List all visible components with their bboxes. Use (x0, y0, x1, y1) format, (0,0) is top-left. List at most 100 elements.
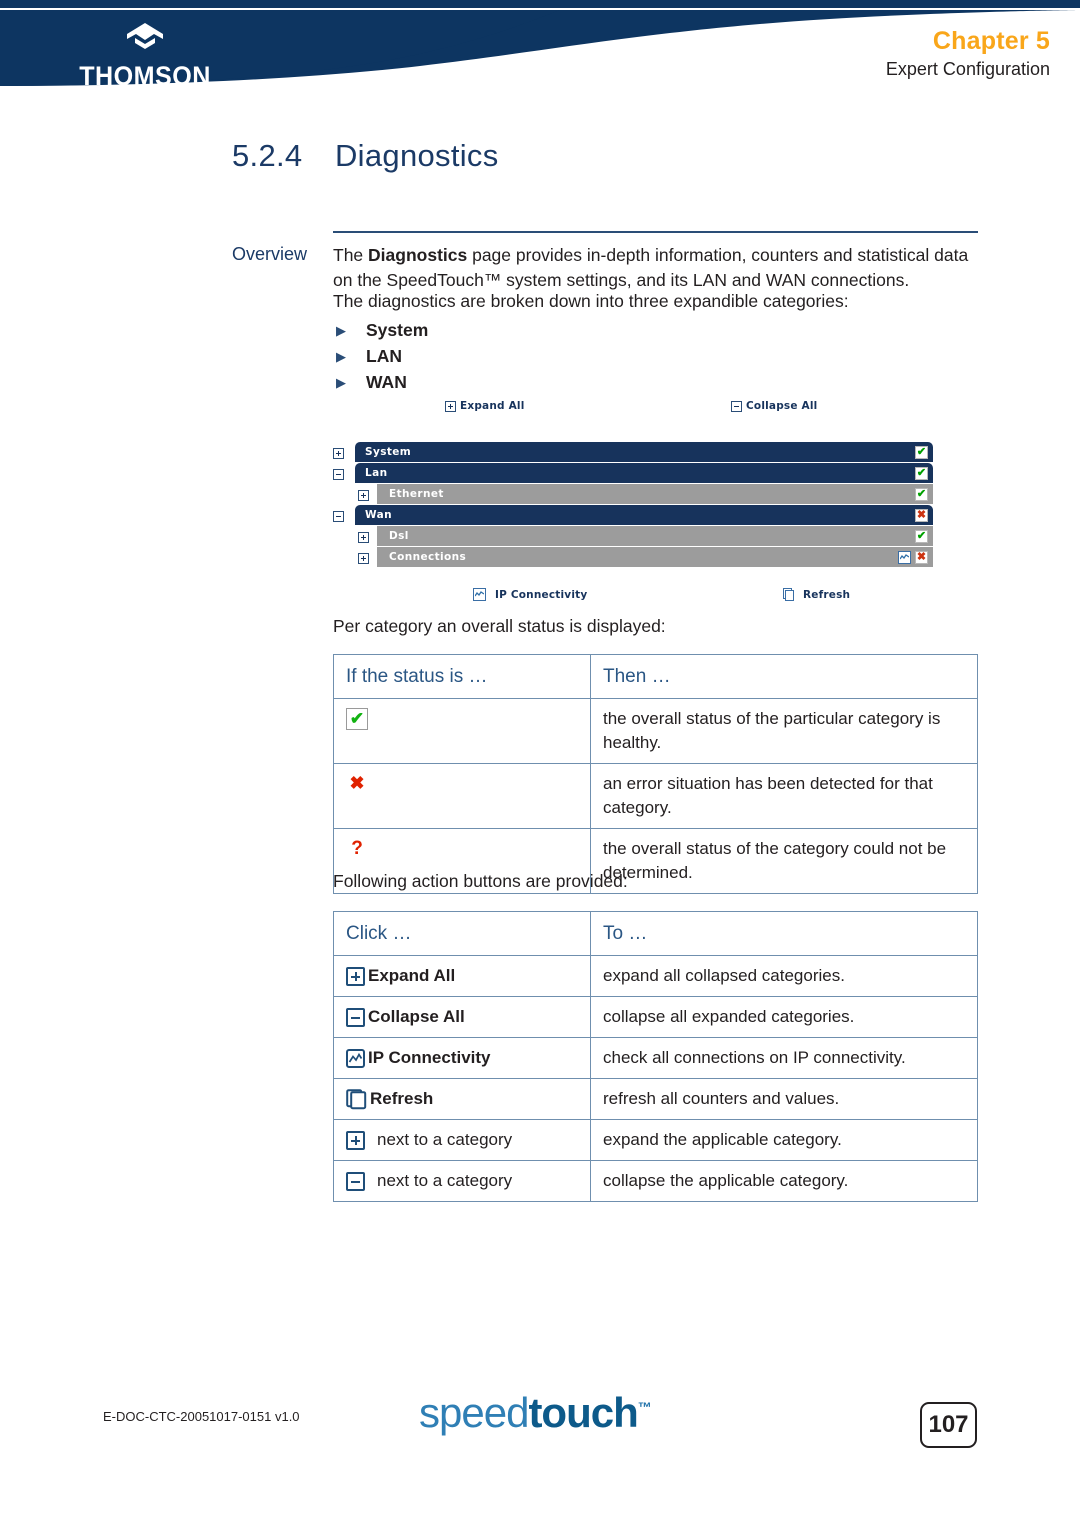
section-name: Diagnostics (335, 138, 499, 173)
tree-row[interactable]: Dsl ✔ (333, 526, 933, 546)
refresh-label: Refresh (803, 588, 851, 601)
list-item: ▶ LAN (336, 344, 428, 369)
section-number: 5.2.4 (232, 138, 303, 173)
list-item: ▶ System (336, 318, 428, 343)
ip-connectivity-icon (473, 588, 486, 601)
action-cell: Refresh (333, 1078, 591, 1120)
bullet-label: WAN (366, 372, 407, 392)
action-label: Collapse All (368, 1007, 465, 1026)
speedtouch-logo-part1: speed (419, 1389, 529, 1436)
action-cell: next to a category (333, 1119, 591, 1161)
plus-square-icon (346, 1130, 365, 1150)
action-label: next to a category (377, 1171, 513, 1190)
status-column-header: If the status is … (333, 654, 591, 699)
tree-row-label: Lan (365, 467, 388, 479)
action-cell: IP Connectivity (333, 1037, 591, 1079)
action-label: next to a category (377, 1130, 513, 1149)
page-title: 5.2.4 Diagnostics (232, 138, 499, 174)
refresh-pages-icon (783, 588, 795, 601)
table-row: Refresh refresh all counters and values. (333, 1078, 978, 1120)
diagnostics-ui-screenshot: Expand All Collapse All System ✔ Lan ✔ E… (333, 398, 933, 610)
chapter-title: Chapter 5 (932, 27, 1050, 55)
page-number: 107 (920, 1402, 977, 1448)
table-row: next to a category expand the applicable… (333, 1119, 978, 1161)
tree-bar-ethernet[interactable]: Ethernet ✔ (377, 484, 933, 504)
to-column-header: To … (590, 911, 978, 956)
table-row: ✔ the overall status of the particular c… (333, 698, 978, 764)
table-row: IP Connectivity check all connections on… (333, 1037, 978, 1079)
refresh-pages-icon (346, 1088, 367, 1110)
tree-row-status: ✔ (915, 466, 933, 480)
ip-connectivity-label: IP Connectivity (495, 588, 588, 601)
tree-row-label: System (365, 446, 412, 458)
tree-bar-lan[interactable]: Lan ✔ (355, 463, 933, 483)
list-item: ▶ WAN (336, 370, 428, 395)
action-description: collapse all expanded categories. (590, 996, 978, 1038)
status-table: If the status is … Then … ✔ the overall … (333, 654, 978, 894)
status-table-intro: Per category an overall status is displa… (333, 616, 666, 636)
action-description: check all connections on IP connectivity… (590, 1037, 978, 1079)
table-header-row: Click … To … (333, 911, 978, 956)
green-check-icon: ✔ (346, 708, 368, 730)
tree-bar-connections[interactable]: Connections ✖ (377, 547, 933, 567)
action-cell: Collapse All (333, 996, 591, 1038)
minus-square-icon (731, 400, 742, 412)
bullet-label: System (366, 320, 429, 340)
action-description: refresh all counters and values. (590, 1078, 978, 1120)
status-description: an error situation has been detected for… (590, 763, 978, 829)
green-check-icon: ✔ (915, 445, 928, 459)
table-row: next to a category collapse the applicab… (333, 1160, 978, 1202)
tree-row-label: Connections (389, 551, 467, 563)
ip-connectivity-button[interactable]: IP Connectivity (473, 588, 587, 601)
expand-toggle-icon[interactable] (333, 446, 344, 459)
red-cross-icon: ✖ (349, 773, 365, 793)
refresh-button[interactable]: Refresh (783, 588, 850, 601)
collapse-toggle-icon[interactable] (333, 509, 344, 522)
table-row: Collapse All collapse all expanded categ… (333, 996, 978, 1038)
speedtouch-logo: speedtouch™ (419, 1392, 652, 1434)
collapse-all-button[interactable]: Collapse All (731, 400, 817, 412)
expand-toggle-icon[interactable] (358, 530, 369, 543)
ip-connectivity-icon[interactable] (898, 550, 911, 564)
section-divider (333, 231, 978, 233)
page-header: THOMSON Chapter 5 Expert Configuration (0, 0, 1080, 100)
expand-toggle-icon[interactable] (358, 551, 369, 564)
tree-bar-dsl[interactable]: Dsl ✔ (377, 526, 933, 546)
tree-row-status: ✔ (915, 487, 933, 501)
tree-row-status: ✔ (915, 445, 933, 459)
red-cross-icon: ✖ (915, 508, 928, 522)
expand-all-button[interactable]: Expand All (445, 400, 525, 412)
tree-bar-system[interactable]: System ✔ (355, 442, 933, 462)
expand-toggle-icon[interactable] (358, 488, 369, 501)
tree-row-label: Dsl (389, 530, 409, 542)
tree-row[interactable]: Ethernet ✔ (333, 484, 933, 504)
thomson-logo: THOMSON (55, 22, 235, 90)
tree-row-status: ✖ (898, 550, 933, 564)
tree-bar-wan[interactable]: Wan ✖ (355, 505, 933, 525)
collapse-toggle-icon[interactable] (333, 467, 344, 480)
ip-connectivity-icon (346, 1048, 365, 1068)
bullet-label: LAN (366, 346, 402, 366)
red-cross-icon: ✖ (915, 550, 928, 564)
action-cell: Expand All (333, 955, 591, 997)
overview-prefix: The (333, 245, 369, 265)
tree-row-label: Wan (365, 509, 392, 521)
green-check-icon: ✔ (915, 466, 928, 480)
minus-square-icon (346, 1171, 365, 1191)
triangle-bullet-icon: ▶ (336, 349, 346, 364)
then-column-header: Then … (590, 654, 978, 699)
actions-table-intro: Following action buttons are provided: (333, 871, 628, 891)
table-row: ✖ an error situation has been detected f… (333, 763, 978, 829)
action-cell: next to a category (333, 1160, 591, 1202)
tree-row[interactable]: Connections ✖ (333, 547, 933, 567)
action-label: Expand All (368, 966, 456, 985)
expand-all-label: Expand All (460, 400, 525, 412)
tree-row[interactable]: Lan ✔ (333, 463, 933, 483)
tree-row[interactable]: Wan ✖ (333, 505, 933, 525)
actions-table: Click … To … Expand All expand all colla… (333, 911, 978, 1202)
tree-row[interactable]: System ✔ (333, 442, 933, 462)
status-icon-cell: ✖ (333, 763, 591, 829)
overview-paragraph: The Diagnostics page provides in-depth i… (333, 243, 981, 293)
speedtouch-logo-part2: touch (528, 1389, 638, 1436)
document-id: E-DOC-CTC-20051017-0151 v1.0 (103, 1409, 300, 1424)
